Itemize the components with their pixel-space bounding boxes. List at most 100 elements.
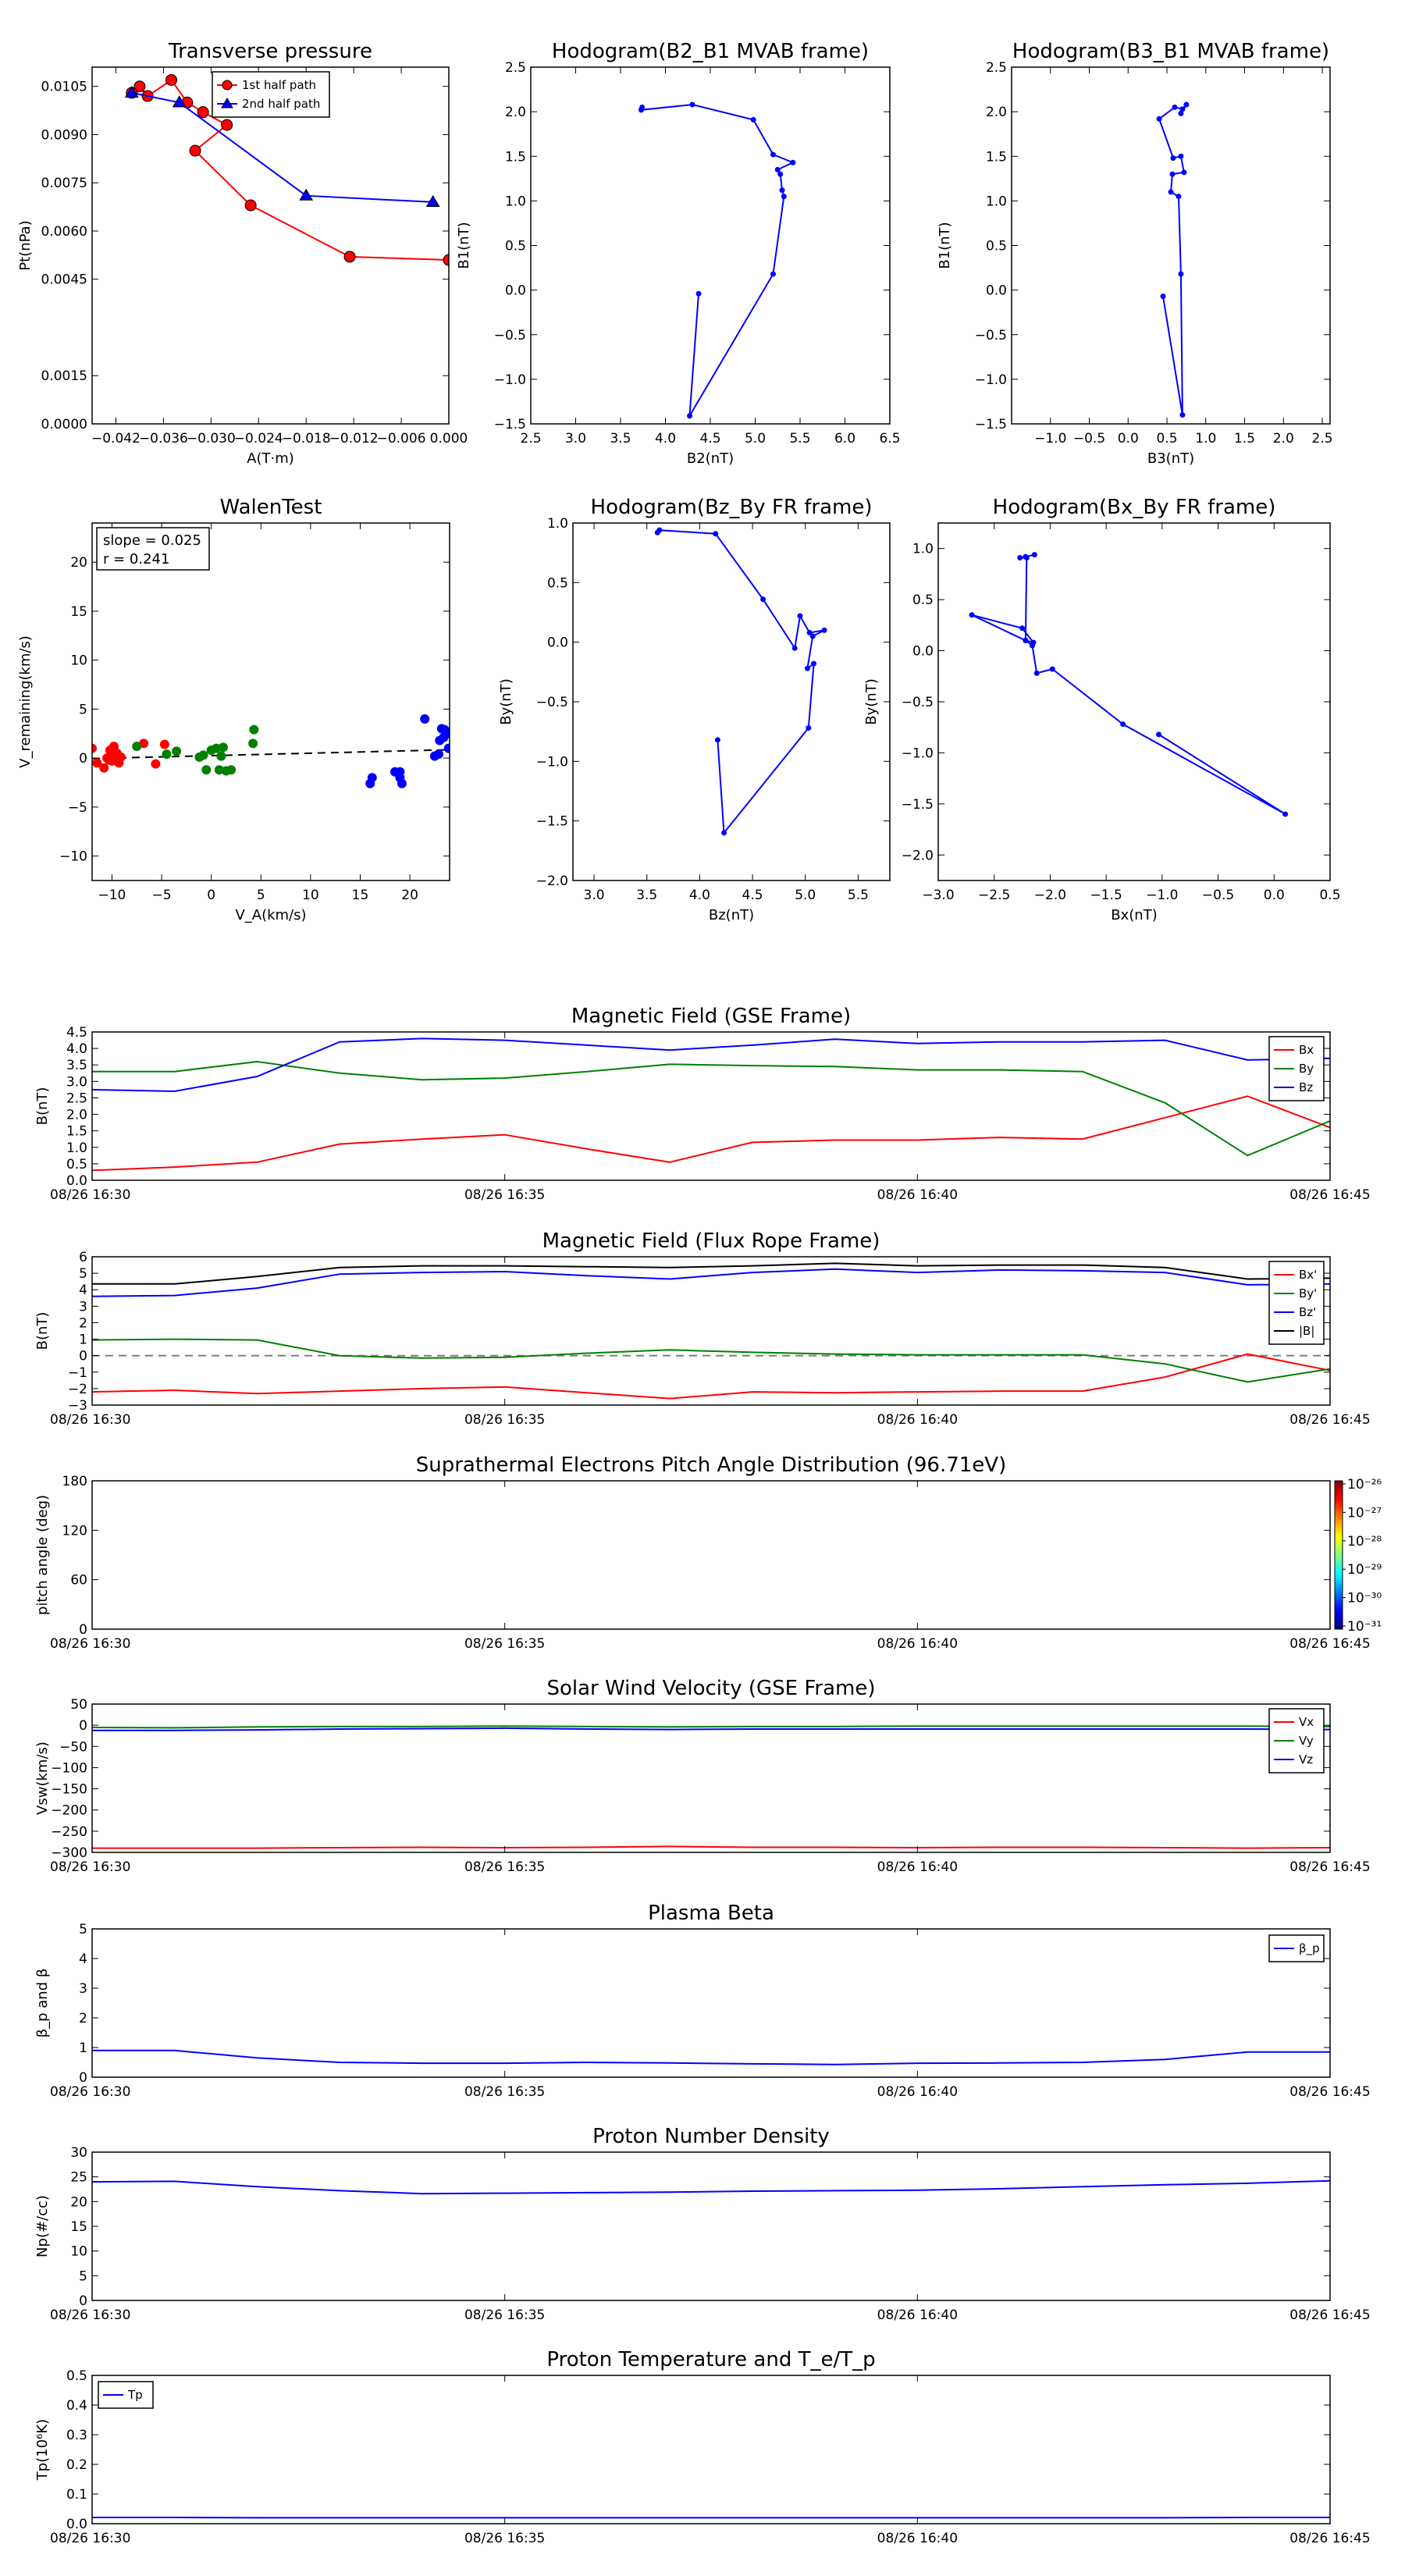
data-point [367, 773, 377, 783]
y-tick-label: −0.5 [536, 695, 568, 710]
y-tick-label: 2.5 [505, 60, 526, 76]
legend-marker [222, 80, 233, 91]
legend: Bx' By' Bz' |B| [1268, 1261, 1325, 1345]
series-line-0 [92, 2049, 1330, 2065]
data-point [343, 251, 356, 263]
y-tick-label: −250 [51, 1824, 87, 1840]
y-tick-label: 4.5 [66, 1025, 87, 1041]
chart-title: Hodogram(B3_B1 MVAB frame) [1012, 40, 1329, 63]
x-tick-label: 08/26 16:35 [464, 1412, 545, 1428]
x-tick-label: 08/26 16:30 [50, 1187, 130, 1203]
series-line-0 [971, 553, 1286, 815]
plot-area [969, 552, 1289, 817]
plot-frame [572, 522, 891, 881]
y-axis-label: Vsw(km/s) [34, 1742, 51, 1815]
data-point [1181, 169, 1187, 176]
x-tick-label: 4.5 [742, 888, 763, 903]
y-tick-label: 20 [70, 555, 87, 571]
y-tick-label: −0.5 [902, 695, 934, 710]
y-tick-label: 5 [79, 702, 87, 717]
data-point [216, 751, 226, 761]
x-tick-label: 08/26 16:35 [464, 1636, 545, 1652]
y-tick-label: 0.0 [912, 644, 934, 660]
data-point [197, 106, 209, 119]
legend: 1st half path 2nd half path [212, 71, 330, 118]
data-point [721, 830, 727, 836]
data-point [1176, 194, 1182, 200]
y-tick-label: 0.0075 [41, 176, 87, 191]
series-line-0 [1158, 104, 1187, 415]
colorbar-label: 10⁻³⁰ [1347, 1591, 1382, 1606]
x-tick-label: 08/26 16:40 [877, 1636, 958, 1652]
x-tick-label: 10 [302, 888, 319, 903]
y-tick-label: 1 [79, 1332, 87, 1348]
x-tick-label: −0.018 [282, 431, 331, 447]
chart-title: Plasma Beta [648, 1902, 774, 1925]
x-axis-label: Bx(nT) [1111, 907, 1157, 923]
data-point [1179, 412, 1186, 418]
data-point [1019, 625, 1026, 632]
data-point [760, 596, 767, 603]
y-tick-label: 0.2 [66, 2457, 87, 2473]
y-tick-label: −1.5 [494, 417, 526, 432]
y-tick-label: −1.5 [902, 797, 934, 813]
x-tick-label: −0.5 [1202, 888, 1234, 903]
data-point [750, 116, 756, 123]
y-tick-label: −1.0 [494, 372, 526, 388]
y-axis-label: By(nT) [863, 678, 880, 724]
plot-frame [91, 2151, 1331, 2301]
plot-frame [530, 66, 891, 425]
data-point [151, 759, 161, 769]
y-tick-label: 15 [70, 604, 87, 620]
data-point [811, 660, 817, 667]
series-line-2 [92, 1268, 1330, 1297]
y-axis-label: V_remaining(km/s) [17, 635, 34, 768]
data-point [99, 763, 109, 773]
series-line-1 [92, 1060, 1330, 1157]
x-tick-label: 0.000 [430, 431, 468, 447]
plot-frame [91, 1480, 1331, 1630]
series-line-0 [92, 1353, 1330, 1400]
x-tick-label: −5 [152, 888, 172, 903]
x-tick-label: 20 [401, 888, 418, 903]
x-tick-label: −0.030 [187, 431, 236, 447]
x-tick-label: 08/26 16:45 [1289, 1636, 1370, 1652]
data-point [201, 765, 212, 775]
y-tick-label: 2.0 [986, 105, 1007, 120]
y-tick-label: 120 [62, 1523, 87, 1539]
x-tick-label: −1.5 [1090, 888, 1122, 903]
data-point [443, 743, 450, 753]
data-point [1017, 554, 1023, 560]
data-point [770, 151, 776, 158]
plot-area [92, 713, 450, 788]
x-axis-label: A(T·m) [247, 450, 294, 467]
y-tick-label: 0.5 [986, 239, 1007, 254]
series-line-0 [92, 1845, 1330, 1849]
data-point [1120, 721, 1126, 728]
x-tick-label: 3.0 [565, 431, 586, 447]
plot-area [92, 2179, 1330, 2195]
data-point [395, 773, 405, 783]
data-point [969, 612, 975, 618]
x-tick-label: −0.042 [91, 431, 140, 447]
x-tick-label: 6.5 [879, 431, 900, 447]
plot-frame [91, 2375, 1331, 2524]
y-tick-label: −1.0 [536, 754, 568, 770]
legend-entry: β_p [1299, 1941, 1320, 1956]
data-point [104, 755, 114, 765]
y-tick-label: 0.5 [912, 592, 934, 608]
x-tick-label: 08/26 16:35 [464, 1859, 545, 1875]
series-line-0 [656, 529, 825, 835]
legend: β_p [1268, 1934, 1325, 1962]
y-tick-label: −1.5 [975, 417, 1007, 432]
x-tick-label: 08/26 16:40 [877, 2531, 958, 2546]
x-tick-label: 08/26 16:35 [464, 1187, 545, 1203]
legend-entry: Tp [127, 2388, 143, 2402]
y-tick-label: 0.5 [66, 2368, 87, 2384]
x-tick-label: −3.0 [922, 888, 954, 903]
data-point [221, 119, 233, 131]
y-tick-label: 4.0 [66, 1041, 87, 1057]
data-point [791, 645, 798, 651]
chart-title: Proton Number Density [592, 2125, 830, 2148]
x-tick-label: 5.5 [789, 431, 810, 447]
